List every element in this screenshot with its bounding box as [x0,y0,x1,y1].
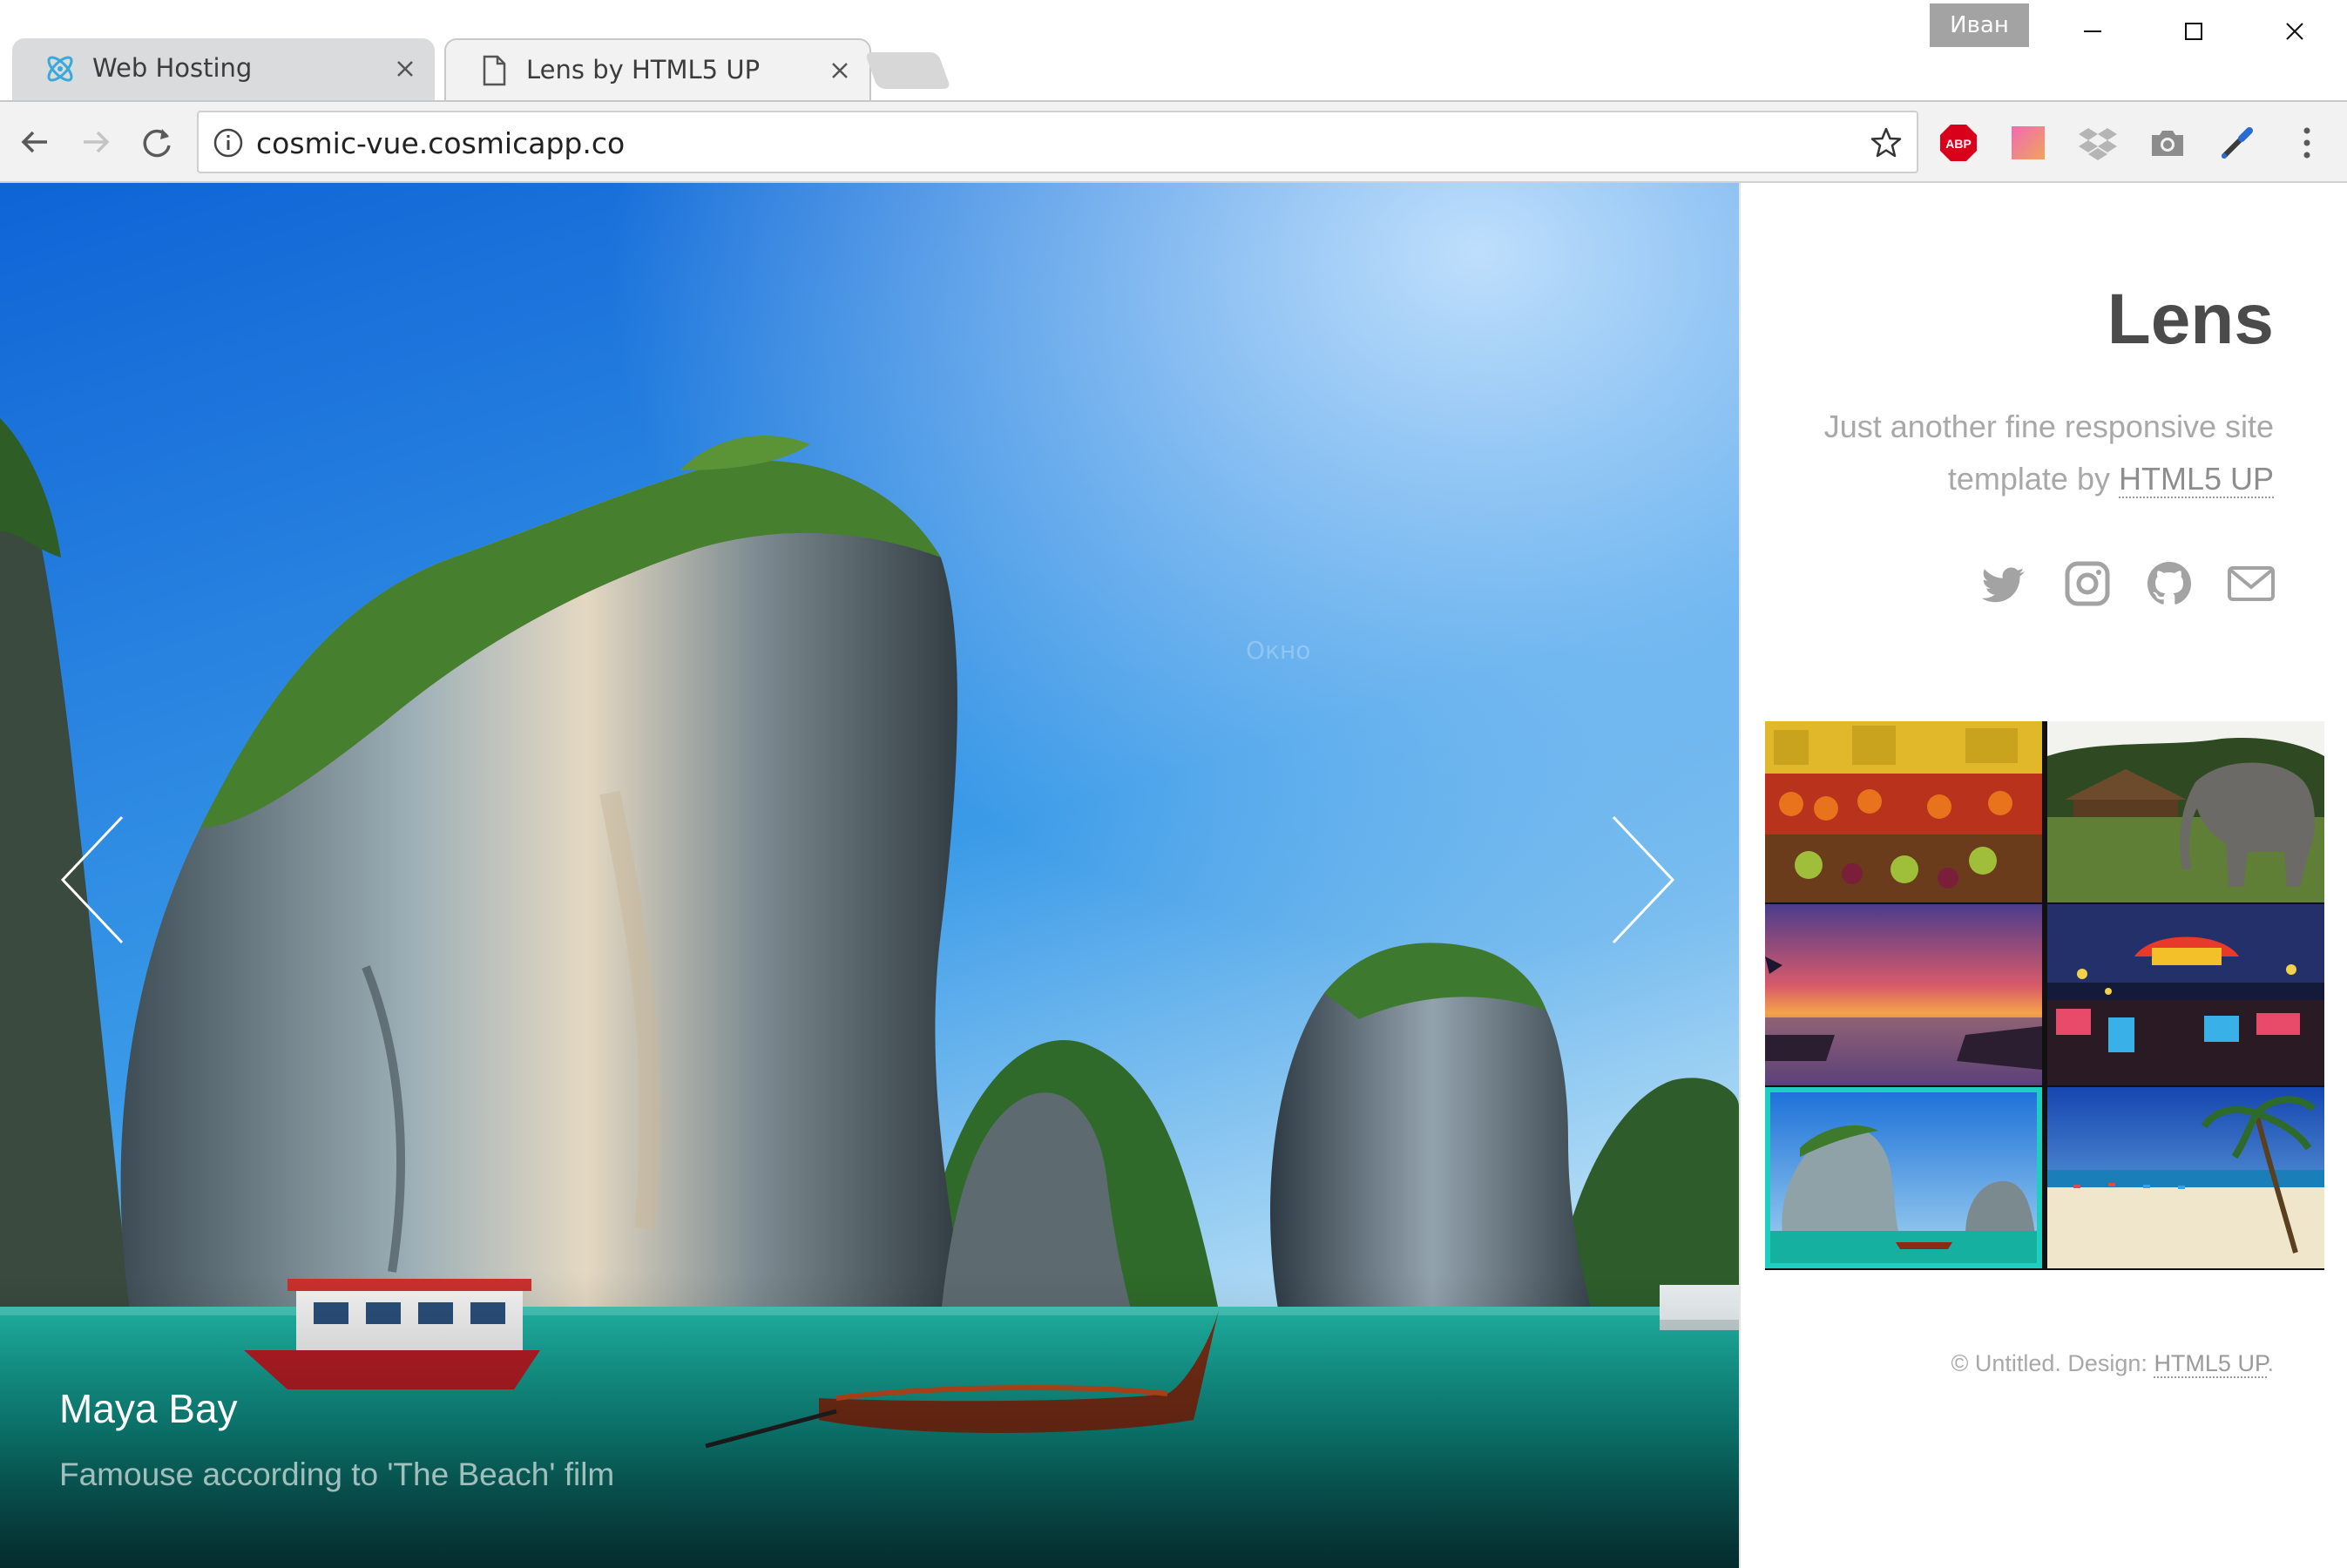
address-bar[interactable]: cosmic-vue.cosmicapp.co [197,111,1918,173]
svg-text:ABP: ABP [1945,137,1972,151]
menu-dots-icon[interactable] [2287,123,2327,163]
sunset-pier-thumbnail[interactable] [1765,904,2042,1085]
maximize-icon[interactable] [2168,10,2220,52]
browser-toolbar: cosmic-vue.cosmicapp.co ABP [0,100,2347,183]
email-icon[interactable] [2227,559,2276,608]
reload-icon[interactable] [136,121,178,163]
beach-palm-thumbnail[interactable] [2047,1087,2324,1268]
gradient-extension-icon[interactable] [2008,123,2048,163]
fruit-market-thumbnail[interactable] [1765,721,2042,902]
url-text[interactable]: cosmic-vue.cosmicapp.co [256,126,625,160]
night-market-thumbnail[interactable] [2047,904,2324,1085]
window-close-icon[interactable] [2269,10,2321,52]
site-description: Just another fine responsive site templa… [1751,401,2274,505]
dropbox-icon[interactable] [2078,123,2118,163]
close-tab-icon[interactable] [391,55,419,83]
watermark-text: Окно [1246,636,1311,665]
close-tab-icon[interactable] [826,57,854,84]
caption-text: Famouse according to 'The Beach' film [59,1456,615,1492]
forward-arrow-icon[interactable] [75,121,117,163]
thumbnail-grid [1765,721,2324,1270]
footer-period: . [2267,1350,2274,1376]
browser-tab-bar: Web Hosting Lens by HTML5 UP Иван [0,0,2347,100]
minimize-icon[interactable] [2066,10,2119,52]
instagram-icon[interactable] [2063,559,2112,608]
elephant-thumbnail[interactable] [2047,721,2324,902]
site-title: Lens [2107,280,2274,359]
maya-bay-thumbnail[interactable] [1765,1087,2042,1268]
new-tab-button[interactable] [864,52,951,89]
github-icon[interactable] [2145,559,2194,608]
tab-title: Lens by HTML5 UP [526,55,761,84]
bookmark-star-icon[interactable] [1868,125,1904,161]
caption-title: Maya Bay [59,1386,238,1431]
next-arrow-icon[interactable] [1603,810,1681,950]
footer-credits: © Untitled. Design: HTML5 UP. [1951,1350,2274,1378]
camera-icon[interactable] [2147,123,2188,163]
sidebar: Lens Just another fine responsive site t… [1739,183,2347,1568]
footer-html5up-link[interactable]: HTML5 UP [2154,1350,2268,1378]
adblock-plus-icon[interactable]: ABP [1938,123,1978,163]
html5up-link[interactable]: HTML5 UP [2118,461,2274,498]
document-icon [483,55,506,86]
profile-badge[interactable]: Иван [1930,3,2029,47]
previous-arrow-icon[interactable] [54,810,132,950]
cosmic-logo-icon [47,56,73,82]
maya-bay-photo [0,183,1739,1568]
image-viewer: Окно Maya Bay Famouse according to 'The … [0,183,1739,1568]
tab-lens[interactable]: Lens by HTML5 UP [444,38,871,100]
tab-web-hosting[interactable]: Web Hosting [12,38,435,100]
info-icon[interactable] [211,125,246,160]
twitter-icon[interactable] [1981,559,2030,608]
footer-text: © Untitled. Design: [1951,1350,2154,1376]
color-picker-icon[interactable] [2217,123,2257,163]
tab-title: Web Hosting [92,53,253,83]
back-arrow-icon[interactable] [14,121,56,163]
